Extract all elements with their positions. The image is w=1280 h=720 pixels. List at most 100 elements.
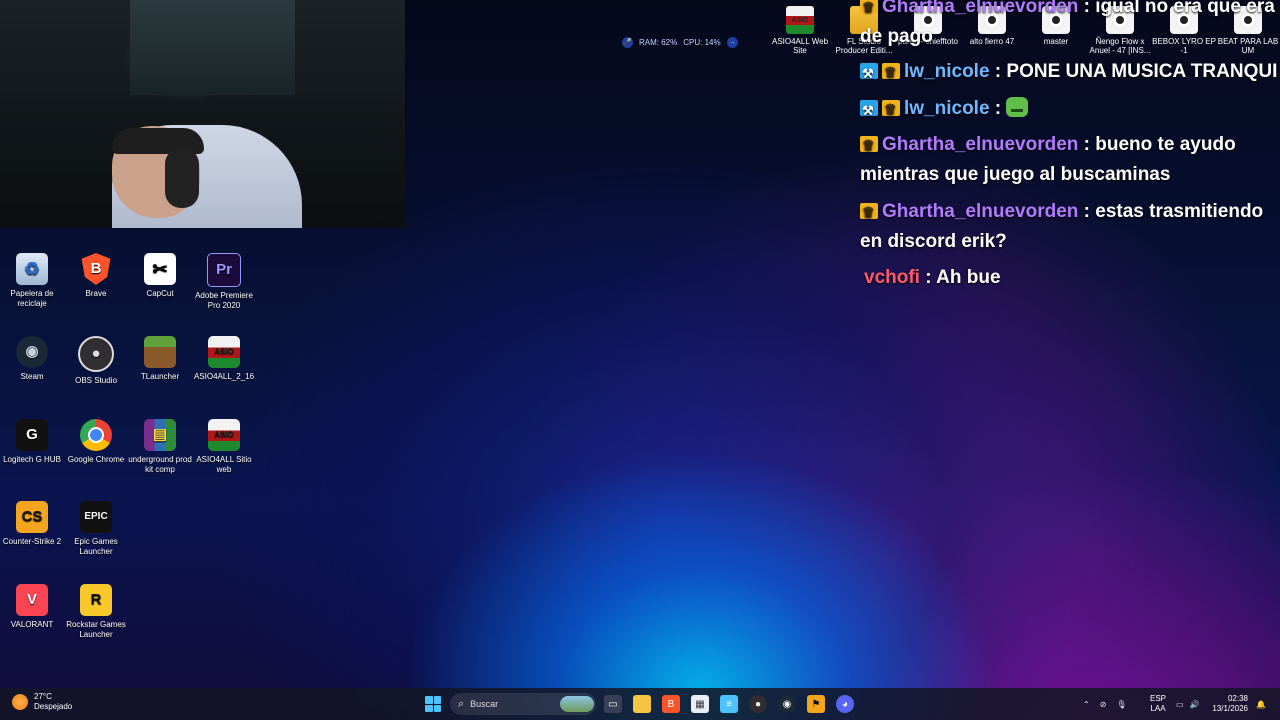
display-icon: ▭ xyxy=(1176,699,1184,709)
chat-message: vchofi : Ah bue xyxy=(864,263,1280,293)
chat-username: lw_nicole xyxy=(904,98,990,119)
search-placeholder: Buscar xyxy=(470,699,499,709)
desktop-icon-asio4all[interactable]: ASIO ASIO4ALL_2_16 xyxy=(192,336,256,382)
premiere-pro-icon: Pr xyxy=(207,253,241,287)
icon-label: ASIO4ALL_2_16 xyxy=(193,372,255,381)
file-explorer-icon[interactable] xyxy=(633,695,651,713)
brave-taskbar-icon[interactable]: B xyxy=(662,695,680,713)
desktop-icon-premiere[interactable]: Pr Adobe Premiere Pro 2020 xyxy=(192,253,256,311)
taskbar-search[interactable]: ⌕ Buscar xyxy=(450,693,596,715)
icon-label: Rockstar Games Launcher xyxy=(66,620,126,639)
icon-label: CapCut xyxy=(146,289,174,298)
chat-username: vchofi xyxy=(864,267,920,288)
taskbar: 27°C Despejado ⌕ Buscar ▭ B ▦ ≡ ● ◉ ⚑ ◕ … xyxy=(0,688,1280,720)
moderator-badge-icon xyxy=(860,59,878,89)
desktop-icon-logitech[interactable]: G Logitech G HUB xyxy=(0,419,64,465)
icon-label: underground prod kit comp xyxy=(128,455,192,474)
desktop-icon-recycle-bin[interactable]: ♻ Papelera de reciclaje xyxy=(0,253,64,309)
search-highlight-image xyxy=(560,696,594,712)
chat-text: : xyxy=(989,98,1007,119)
chat-message: Ghartha_elnuevorden : bueno te ayudo mie… xyxy=(860,130,1278,190)
counter-strike-taskbar-icon[interactable]: ⚑ xyxy=(807,695,825,713)
search-icon: ⌕ xyxy=(458,697,465,710)
windows-logo-icon xyxy=(425,696,433,704)
crown-badge-icon xyxy=(860,0,878,22)
recycle-bin-icon: ♻ xyxy=(16,253,48,285)
icon-label: Papelera de reciclaje xyxy=(10,289,54,308)
chrome-icon xyxy=(80,419,112,451)
icon-label: Logitech G HUB xyxy=(3,455,61,464)
winrar-archive-icon: ▤ xyxy=(144,419,176,451)
crown-badge-icon xyxy=(860,130,878,160)
desktop-icon-capcut[interactable]: ✂ CapCut xyxy=(128,253,192,299)
rockstar-icon: R xyxy=(80,584,112,616)
network-muted-icon[interactable]: ⊘ xyxy=(1100,700,1107,709)
quick-settings[interactable]: ▭ 🔊 xyxy=(1176,688,1200,720)
language-code: ESP xyxy=(1150,694,1167,703)
desktop-icon-asio4all-web-site[interactable]: ASIO ASIO4ALL Web Site xyxy=(768,4,832,55)
weather-widget[interactable]: 27°C Despejado xyxy=(12,692,72,712)
notification-bell-icon: 🔔 xyxy=(1256,699,1266,709)
icon-label: VALORANT xyxy=(10,620,54,629)
desktop-icon-valorant[interactable]: V VALORANT xyxy=(0,584,64,630)
weather-text: 27°C Despejado xyxy=(34,692,72,712)
icon-label: Epic Games Launcher xyxy=(74,537,118,556)
desktop-icon-rockstar[interactable]: R Rockstar Games Launcher xyxy=(64,584,128,640)
chat-message: Ghartha_elnuevorden : estas trasmitiendo… xyxy=(860,197,1278,257)
steam-taskbar-icon[interactable]: ◉ xyxy=(778,695,796,713)
brave-icon: B xyxy=(81,253,111,285)
chat-message: lw_nicole : xyxy=(860,94,1278,126)
chat-text: : Ah bue xyxy=(919,267,1001,288)
weather-sun-icon xyxy=(12,694,28,710)
desktop-icon-tlauncher[interactable]: TLauncher xyxy=(128,336,192,382)
language-indicator[interactable]: ESP LAA xyxy=(1150,694,1166,714)
epic-games-icon: EPIC xyxy=(80,501,112,533)
chat-username: lw_nicole xyxy=(904,61,990,82)
weather-temperature: 27°C xyxy=(34,692,52,701)
obs-studio-icon: ● xyxy=(78,336,114,372)
obs-taskbar-icon[interactable]: ● xyxy=(749,695,767,713)
volume-icon: 🔊 xyxy=(1189,699,1200,709)
asio4all-icon: ASIO xyxy=(208,336,240,368)
moderator-badge-icon xyxy=(860,96,878,126)
icon-label: ASIO4ALL Web Site xyxy=(771,37,829,55)
desktop-icon-asio4all-sitio-web[interactable]: ASIO ASIO4ALL Sitio web xyxy=(192,419,256,475)
green-emote-icon xyxy=(1006,97,1029,117)
chat-username: Ghartha_elnuevorden xyxy=(882,201,1079,222)
chat-username: Ghartha_elnuevorden xyxy=(882,0,1079,17)
icon-label: TLauncher xyxy=(140,372,180,381)
asio4all-icon: ASIO xyxy=(786,6,814,34)
icon-label: Brave xyxy=(85,289,107,298)
desktop-icon-brave[interactable]: B Brave xyxy=(64,253,128,299)
clock-date: 13/1/2026 xyxy=(1212,704,1248,713)
desktop-icon-epic-games[interactable]: EPIC Epic Games Launcher xyxy=(64,501,128,557)
icon-label: Steam xyxy=(20,372,44,381)
capcut-icon: ✂ xyxy=(144,253,176,285)
tlauncher-icon xyxy=(144,336,176,368)
desktop-icon-underground-prod-kit[interactable]: ▤ underground prod kit comp xyxy=(128,419,192,475)
keyboard-layout: LAA xyxy=(1150,704,1166,713)
crown-badge-icon xyxy=(860,197,878,227)
system-clock[interactable]: 02:38 13/1/2026 xyxy=(1212,694,1248,714)
chat-text: : PONE UNA MUSICA TRANQUI xyxy=(989,61,1278,82)
system-tray: ⌃ ⊘ 🎙 xyxy=(1083,688,1127,720)
steam-icon: ◉ xyxy=(16,336,48,368)
icon-label: Adobe Premiere Pro 2020 xyxy=(195,291,253,310)
chevron-up-icon[interactable]: ⌃ xyxy=(1083,700,1090,709)
desktop-icon-obs[interactable]: ● OBS Studio xyxy=(64,336,128,386)
notepad-icon[interactable]: ≡ xyxy=(720,695,738,713)
microphone-icon[interactable]: 🎙 xyxy=(1116,700,1126,709)
desktop-icon-counter-strike[interactable]: CS Counter-Strike 2 xyxy=(0,501,64,547)
webcam-headphones xyxy=(165,148,199,208)
logitech-ghub-icon: G xyxy=(16,419,48,451)
asio4all-icon: ASIO xyxy=(208,419,240,451)
notification-center[interactable]: 🔔 xyxy=(1256,688,1266,720)
icon-label: ASIO4ALL Sitio web xyxy=(196,455,252,474)
crown-badge-icon xyxy=(882,94,900,124)
calculator-icon[interactable]: ▦ xyxy=(691,695,709,713)
start-button[interactable] xyxy=(425,696,441,712)
desktop-icon-steam[interactable]: ◉ Steam xyxy=(0,336,64,382)
task-view-icon[interactable]: ▭ xyxy=(604,695,622,713)
discord-icon[interactable]: ◕ xyxy=(836,695,854,713)
desktop-icon-chrome[interactable]: Google Chrome xyxy=(64,419,128,465)
